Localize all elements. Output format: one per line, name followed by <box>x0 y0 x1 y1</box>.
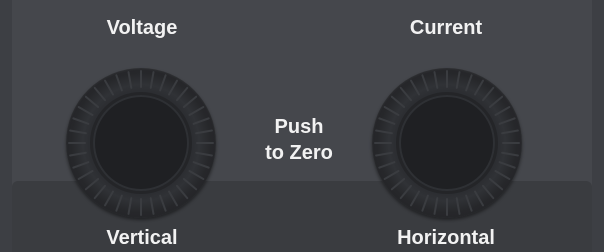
horizontal-knob-cap <box>399 95 495 191</box>
grip-ridge <box>481 184 495 200</box>
grip-ridge <box>433 71 439 89</box>
grip-ridge <box>455 71 461 89</box>
grip-ridge <box>399 86 413 102</box>
grip-ridge <box>159 74 167 92</box>
grip-ridge <box>494 106 511 116</box>
grip-ridge <box>127 197 133 215</box>
grip-ridge <box>69 129 87 135</box>
grip-ridge <box>498 117 516 125</box>
grip-ridge <box>175 184 189 200</box>
grip-ridge <box>474 190 484 207</box>
grip-ridge <box>93 184 107 200</box>
grip-ridge <box>72 117 90 125</box>
grip-ridge <box>188 170 205 180</box>
grip-ridge <box>375 151 393 157</box>
grip-ridge <box>195 129 213 135</box>
grip-ridge <box>375 129 393 135</box>
horizontal-knob[interactable] <box>372 68 522 218</box>
grip-ridge <box>127 71 133 89</box>
grip-ridge <box>390 177 406 191</box>
grip-ridge <box>149 197 155 215</box>
push-to-zero-line1: Push <box>274 116 324 138</box>
grip-ridge <box>104 190 114 207</box>
control-panel: Voltage Current Push to Zero Vertical Ho… <box>0 0 604 252</box>
grip-ridge <box>115 74 123 92</box>
grip-ridge <box>390 95 406 109</box>
push-to-zero-hint: Push to Zero <box>236 114 362 166</box>
grip-ridge <box>410 79 420 96</box>
current-label: Current <box>409 17 483 39</box>
grip-ridge <box>494 170 511 180</box>
grip-ridge <box>498 161 516 169</box>
grip-ridge <box>421 74 429 92</box>
grip-ridge <box>159 194 167 212</box>
grip-ridge <box>182 177 198 191</box>
grip-ridge <box>93 86 107 102</box>
grip-ridge <box>192 117 210 125</box>
grip-ridge <box>175 86 189 102</box>
grip-ridge <box>433 197 439 215</box>
panel-left-edge <box>0 0 12 252</box>
grip-ridge <box>195 151 213 157</box>
grip-ridge <box>481 86 495 102</box>
grip-ridge <box>168 79 178 96</box>
grip-ridge <box>455 197 461 215</box>
grip-ridge <box>69 151 87 157</box>
grip-ridge <box>72 161 90 169</box>
vertical-knob-cap <box>93 95 189 191</box>
grip-ridge <box>378 161 396 169</box>
grip-ridge <box>488 95 504 109</box>
grip-ridge <box>501 151 519 157</box>
grip-ridge <box>383 106 400 116</box>
grip-ridge <box>115 194 123 212</box>
grip-ridge <box>77 106 94 116</box>
grip-ridge <box>410 190 420 207</box>
grip-ridge <box>182 95 198 109</box>
grip-ridge <box>465 74 473 92</box>
grip-ridge <box>465 194 473 212</box>
grip-ridge <box>188 106 205 116</box>
grip-ridge <box>421 194 429 212</box>
grip-ridge <box>192 161 210 169</box>
grip-ridge <box>383 170 400 180</box>
push-to-zero-line2: to Zero <box>265 142 333 164</box>
grip-ridge <box>168 190 178 207</box>
grip-ridge <box>488 177 504 191</box>
grip-ridge <box>77 170 94 180</box>
grip-ridge <box>84 95 100 109</box>
panel-right-edge <box>592 0 604 252</box>
grip-ridge <box>84 177 100 191</box>
grip-ridge <box>149 71 155 89</box>
grip-ridge <box>399 184 413 200</box>
horizontal-label: Horizontal <box>397 227 495 249</box>
grip-ridge <box>104 79 114 96</box>
vertical-knob[interactable] <box>66 68 216 218</box>
voltage-label: Voltage <box>106 17 178 39</box>
vertical-label: Vertical <box>106 227 178 249</box>
grip-ridge <box>474 79 484 96</box>
grip-ridge <box>378 117 396 125</box>
grip-ridge <box>501 129 519 135</box>
